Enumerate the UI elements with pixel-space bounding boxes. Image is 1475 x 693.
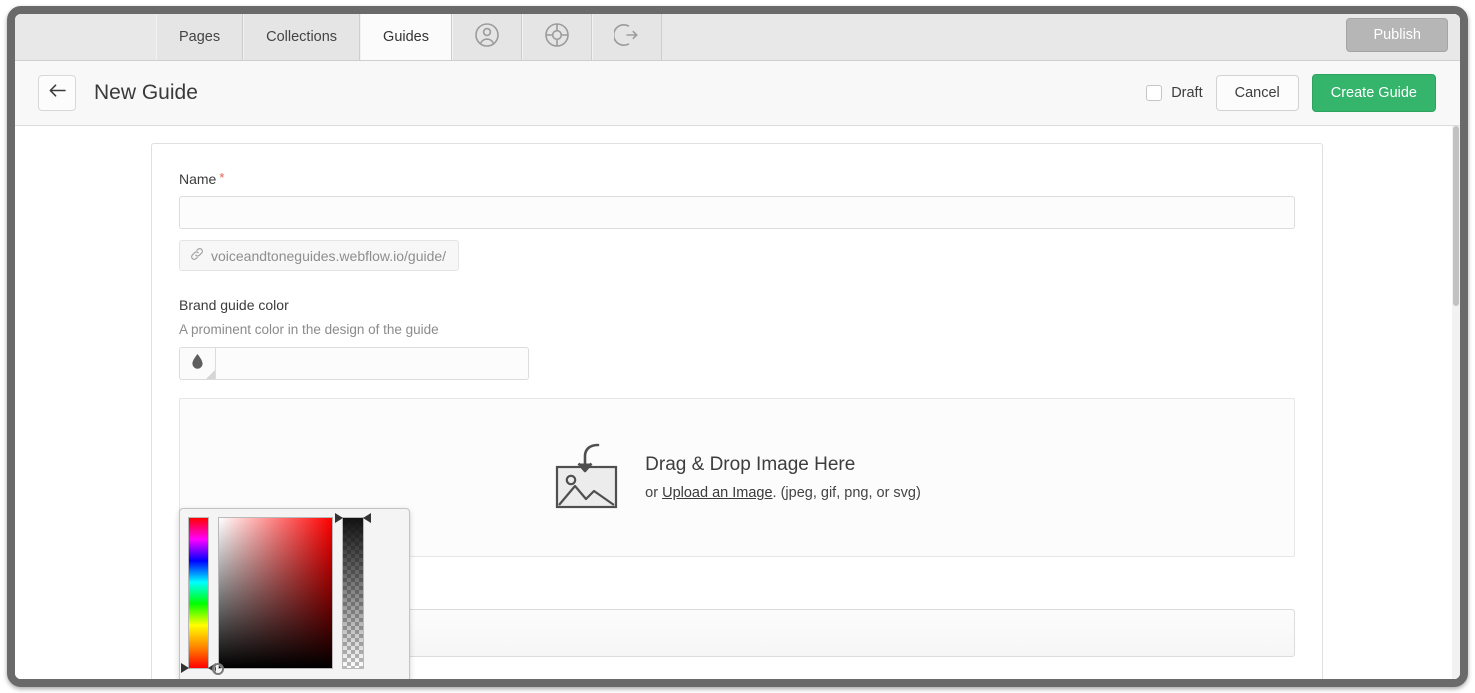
dropzone-text: Drag & Drop Image Here or Upload an Imag… [645,454,921,501]
name-label-text: Name [179,171,217,187]
name-field-label: Name * [179,170,1295,187]
color-value-input[interactable] [215,347,529,380]
arrow-left-icon [49,83,66,103]
browser-tab-strip: Pages Collections Guides × [15,14,1460,61]
alpha-marker-right-icon [363,513,371,523]
required-marker: * [219,170,225,185]
name-input[interactable] [179,196,1295,229]
header-actions: Draft Cancel Create Guide [1146,74,1436,112]
tab-strip-left-spacer [15,14,156,60]
account-icon [474,22,500,52]
logout-icon [612,22,640,52]
alpha-marker-left-icon [335,513,343,523]
cancel-button[interactable]: Cancel [1215,75,1299,111]
brand-color-input-row [179,347,529,380]
scrollbar-thumb[interactable] [1453,126,1459,306]
publish-button[interactable]: Publish [1346,18,1448,52]
alpha-slider[interactable] [335,513,371,669]
create-guide-button[interactable]: Create Guide [1311,74,1436,112]
color-picker-popup[interactable] [179,508,410,679]
saturation-value-area[interactable] [212,517,333,675]
dropzone-subline: or Upload an Image. (jpeg, gif, png, or … [645,485,921,501]
browser-viewport: Pages Collections Guides × [15,14,1460,679]
draft-toggle[interactable]: Draft [1146,85,1203,101]
hue-slider[interactable] [181,517,216,673]
tab-guides-label: Guides [383,28,429,45]
slug-text: voiceandtoneguides.webflow.io/guide/ [211,247,447,264]
app-header: New Guide Draft Cancel Create Guide [15,61,1460,126]
dropzone-headline: Drag & Drop Image Here [645,454,856,475]
hue-marker-left-icon [181,663,189,673]
droplet-icon [191,353,204,375]
tab-strip-fill [662,14,1347,60]
page-title: New Guide [94,81,198,104]
draft-checkbox[interactable] [1146,85,1163,101]
image-drop-icon [553,441,623,514]
tab-logout[interactable] [592,14,662,60]
tab-collections-label: Collections [266,29,338,45]
dropzone-formats: . (jpeg, gif, png, or svg) [772,485,921,501]
slug-preview: voiceandtoneguides.webflow.io/guide/ [179,240,460,271]
draft-label: Draft [1171,85,1203,101]
tab-help[interactable] [522,14,592,60]
tab-pages-label: Pages [179,29,221,45]
browser-window-frame: Pages Collections Guides × [7,6,1468,687]
color-swatch-button[interactable] [179,347,215,380]
content-scrollbar[interactable] [1452,126,1460,679]
brand-color-help: A prominent color in the design of the g… [179,322,439,337]
sv-cursor-icon[interactable] [212,663,224,675]
upload-image-link[interactable]: Upload an Image [662,485,772,501]
tab-pages[interactable]: Pages [156,14,244,60]
tab-collections[interactable]: Collections [243,14,361,60]
link-icon [190,247,204,264]
back-button[interactable] [38,75,76,111]
tab-guides[interactable]: Guides × [360,14,452,60]
page-content: Name * voiceandtoneguides.webflow.io/guid… [15,126,1460,679]
dropzone-or: or [645,485,663,501]
tab-account[interactable] [452,14,522,60]
brand-color-label: Brand guide color [179,297,289,313]
lifesaver-help-icon [544,22,570,52]
